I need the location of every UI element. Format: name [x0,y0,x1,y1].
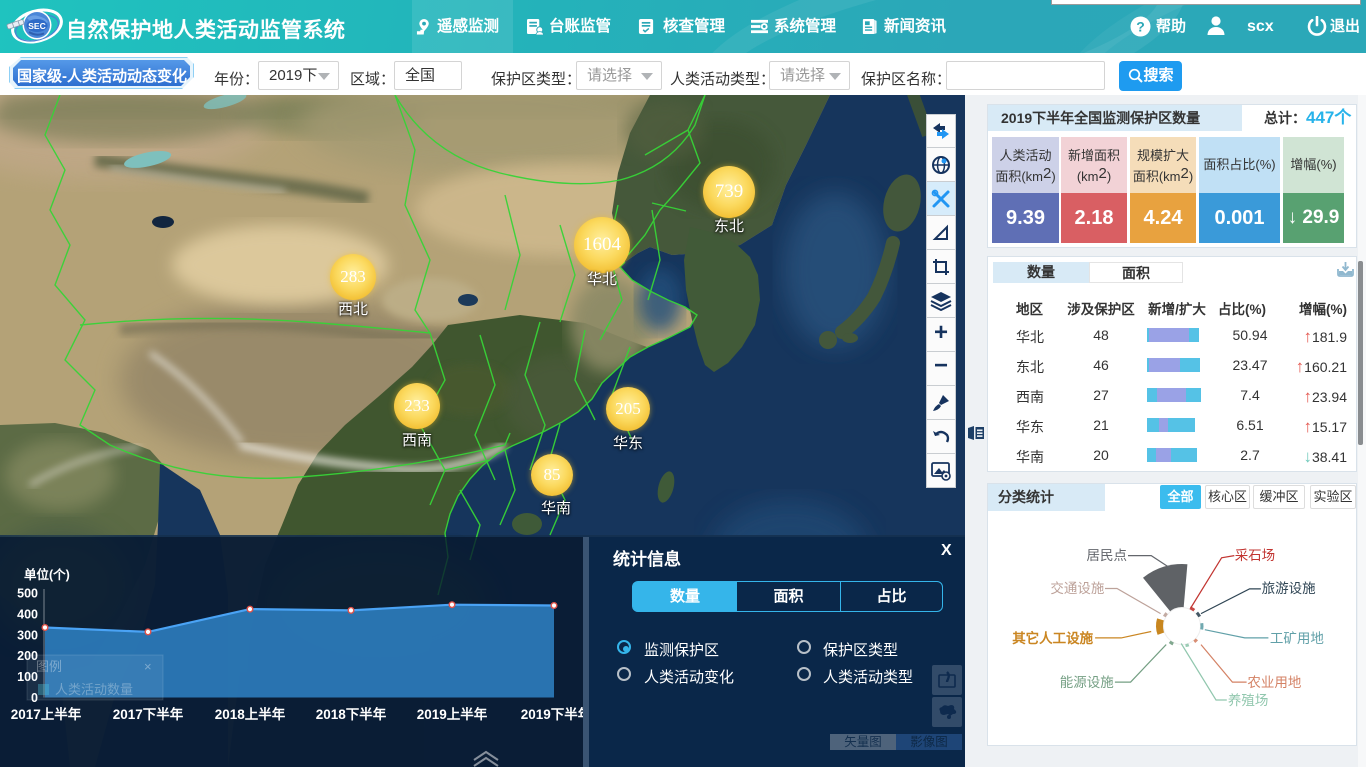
svg-text:旅游设施: 旅游设施 [1262,581,1316,596]
svg-text:图例: 图例 [36,659,62,674]
svg-text:×: × [144,659,152,674]
svg-text:400: 400 [17,607,38,621]
svg-text:能源设施: 能源设施 [1060,675,1114,690]
svg-text:单位(个): 单位(个) [24,567,70,582]
svg-text:工矿用地: 工矿用地 [1270,631,1324,646]
svg-text:2019下半年: 2019下半年 [521,706,583,722]
svg-text:交通设施: 交通设施 [1050,580,1104,596]
svg-text:2019上半年: 2019上半年 [417,706,488,722]
svg-text:人类活动数量: 人类活动数量 [55,682,133,697]
svg-text:SEC: SEC [28,21,45,31]
svg-text:300: 300 [17,628,38,642]
svg-text:2018上半年: 2018上半年 [215,706,286,722]
svg-text:居民点: 居民点 [1087,548,1128,563]
svg-text:2017下半年: 2017下半年 [113,706,184,722]
svg-text:采石场: 采石场 [1235,548,1276,563]
svg-text:养殖场: 养殖场 [1228,692,1269,708]
svg-text:其它人工设施: 其它人工设施 [1012,630,1093,646]
svg-text:2017上半年: 2017上半年 [11,706,82,722]
svg-text:?: ? [1136,19,1145,35]
svg-text:500: 500 [17,587,38,601]
svg-text:2018下半年: 2018下半年 [316,706,387,722]
svg-text:农业用地: 农业用地 [1247,675,1301,690]
